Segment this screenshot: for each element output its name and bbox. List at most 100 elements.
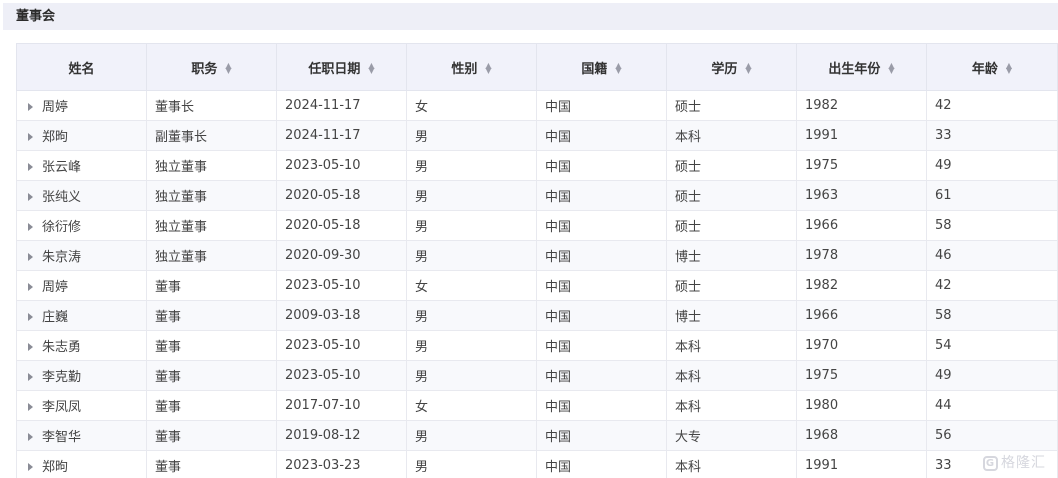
cell-name: 周婷 bbox=[16, 270, 147, 301]
table-row[interactable]: 郑昫 董事 2023-03-23 男 中国 本科 1991 33 bbox=[16, 450, 1058, 478]
sort-descending-icon[interactable]: ▼ bbox=[225, 67, 231, 75]
caret-right-icon[interactable] bbox=[28, 402, 33, 411]
table-row[interactable]: 徐衍修 独立董事 2020-05-18 男 中国 硕士 1966 58 bbox=[16, 210, 1058, 241]
caret-right-icon[interactable] bbox=[28, 312, 33, 321]
cell-text: 徐衍修 bbox=[42, 220, 82, 235]
table-row[interactable]: 李凤凤 董事 2017-07-10 女 中国 本科 1980 44 bbox=[16, 390, 1058, 421]
table-row[interactable]: 朱志勇 董事 2023-05-10 男 中国 本科 1970 54 bbox=[16, 330, 1058, 361]
header-nationality[interactable]: 国籍 ▲ ▼ bbox=[536, 43, 667, 91]
cell-text: 1982 bbox=[805, 98, 839, 113]
table-row[interactable]: 朱京涛 独立董事 2020-09-30 男 中国 博士 1978 46 bbox=[16, 240, 1058, 271]
cell-text: 中国 bbox=[545, 220, 572, 235]
cell-text: 男 bbox=[415, 370, 429, 385]
cell-text: 1991 bbox=[805, 458, 839, 473]
cell-text: 女 bbox=[415, 400, 429, 415]
cell-nationality: 中国 bbox=[536, 210, 667, 241]
caret-right-icon[interactable] bbox=[28, 132, 33, 141]
table-row[interactable]: 李智华 董事 2019-08-12 男 中国 大专 1968 56 bbox=[16, 420, 1058, 451]
cell-position: 董事 bbox=[146, 450, 277, 478]
sort-descending-icon[interactable]: ▼ bbox=[485, 67, 491, 75]
caret-right-icon[interactable] bbox=[28, 342, 33, 351]
cell-text: 本科 bbox=[675, 130, 702, 145]
sort-icon[interactable]: ▲ ▼ bbox=[368, 62, 374, 75]
caret-right-icon[interactable] bbox=[28, 102, 33, 111]
cell-text: 2019-08-12 bbox=[285, 428, 361, 443]
sort-descending-icon[interactable]: ▼ bbox=[615, 67, 621, 75]
sort-icon[interactable]: ▲ ▼ bbox=[888, 62, 894, 75]
table-row[interactable]: 张云峰 独立董事 2023-05-10 男 中国 硕士 1975 49 bbox=[16, 150, 1058, 181]
cell-text: 1980 bbox=[805, 398, 839, 413]
cell-text: 中国 bbox=[545, 310, 572, 325]
caret-right-icon[interactable] bbox=[28, 462, 33, 471]
cell-name: 李智华 bbox=[16, 420, 147, 451]
board-table-container: 姓名 职务 ▲ ▼ 任职日期 ▲ ▼ 性别 ▲ ▼ 国籍 ▲ ▼ 学历 ▲ ▼ 出生年份 ▲ ▼ 年龄 ▲ ▼ 周婷 董事长… bbox=[16, 43, 1058, 478]
cell-text: 1966 bbox=[805, 218, 839, 233]
header-label: 任职日期 bbox=[308, 61, 361, 77]
caret-right-icon[interactable] bbox=[28, 372, 33, 381]
board-members-table: 姓名 职务 ▲ ▼ 任职日期 ▲ ▼ 性别 ▲ ▼ 国籍 ▲ ▼ 学历 ▲ ▼ 出生年份 ▲ ▼ 年龄 ▲ ▼ 周婷 董事长… bbox=[16, 43, 1058, 478]
header-appointment-date[interactable]: 任职日期 ▲ ▼ bbox=[276, 43, 407, 91]
caret-right-icon[interactable] bbox=[28, 282, 33, 291]
sort-descending-icon[interactable]: ▼ bbox=[1006, 67, 1012, 75]
cell-text: 2024-11-17 bbox=[285, 128, 361, 143]
sort-icon[interactable]: ▲ ▼ bbox=[745, 62, 751, 75]
cell-text: 董事 bbox=[155, 400, 182, 415]
cell-age: 42 bbox=[926, 90, 1058, 121]
cell-text: 中国 bbox=[545, 430, 572, 445]
cell-birth-year: 1991 bbox=[796, 450, 927, 478]
cell-nationality: 中国 bbox=[536, 180, 667, 211]
cell-text: 2023-05-10 bbox=[285, 158, 361, 173]
sort-icon[interactable]: ▲ ▼ bbox=[1006, 62, 1012, 75]
table-row[interactable]: 周婷 董事 2023-05-10 女 中国 硕士 1982 42 bbox=[16, 270, 1058, 301]
cell-appointment-date: 2024-11-17 bbox=[276, 90, 407, 121]
header-education[interactable]: 学历 ▲ ▼ bbox=[666, 43, 797, 91]
cell-text: 中国 bbox=[545, 190, 572, 205]
cell-text: 56 bbox=[935, 428, 952, 443]
caret-right-icon[interactable] bbox=[28, 222, 33, 231]
header-label: 学历 bbox=[711, 61, 738, 77]
header-age[interactable]: 年龄 ▲ ▼ bbox=[926, 43, 1058, 91]
cell-text: 博士 bbox=[675, 310, 702, 325]
cell-age: 58 bbox=[926, 300, 1058, 331]
header-gender[interactable]: 性别 ▲ ▼ bbox=[406, 43, 537, 91]
cell-birth-year: 1966 bbox=[796, 210, 927, 241]
table-row[interactable]: 张纯义 独立董事 2020-05-18 男 中国 硕士 1963 61 bbox=[16, 180, 1058, 211]
cell-education: 硕士 bbox=[666, 180, 797, 211]
cell-text: 42 bbox=[935, 98, 952, 113]
table-row[interactable]: 郑昫 副董事长 2024-11-17 男 中国 本科 1991 33 bbox=[16, 120, 1058, 151]
cell-text: 男 bbox=[415, 310, 429, 325]
cell-education: 硕士 bbox=[666, 270, 797, 301]
sort-icon[interactable]: ▲ ▼ bbox=[485, 62, 491, 75]
header-birth-year[interactable]: 出生年份 ▲ ▼ bbox=[796, 43, 927, 91]
table-row[interactable]: 庄巍 董事 2009-03-18 男 中国 博士 1966 58 bbox=[16, 300, 1058, 331]
table-row[interactable]: 李克勤 董事 2023-05-10 男 中国 本科 1975 49 bbox=[16, 360, 1058, 391]
cell-name: 周婷 bbox=[16, 90, 147, 121]
sort-icon[interactable]: ▲ ▼ bbox=[225, 62, 231, 75]
cell-text: 副董事长 bbox=[155, 130, 208, 145]
caret-right-icon[interactable] bbox=[28, 432, 33, 441]
cell-text: 2023-05-10 bbox=[285, 278, 361, 293]
cell-text: 女 bbox=[415, 100, 429, 115]
table-row[interactable]: 周婷 董事长 2024-11-17 女 中国 硕士 1982 42 bbox=[16, 90, 1058, 121]
cell-position: 独立董事 bbox=[146, 180, 277, 211]
cell-birth-year: 1970 bbox=[796, 330, 927, 361]
cell-text: 硕士 bbox=[675, 160, 702, 175]
sort-descending-icon[interactable]: ▼ bbox=[368, 67, 374, 75]
cell-name: 李克勤 bbox=[16, 360, 147, 391]
cell-appointment-date: 2023-05-10 bbox=[276, 150, 407, 181]
cell-text: 中国 bbox=[545, 100, 572, 115]
cell-nationality: 中国 bbox=[536, 360, 667, 391]
cell-appointment-date: 2023-05-10 bbox=[276, 360, 407, 391]
cell-text: 2023-03-23 bbox=[285, 458, 361, 473]
sort-descending-icon[interactable]: ▼ bbox=[888, 67, 894, 75]
caret-right-icon[interactable] bbox=[28, 162, 33, 171]
sort-descending-icon[interactable]: ▼ bbox=[745, 67, 751, 75]
caret-right-icon[interactable] bbox=[28, 252, 33, 261]
cell-name: 郑昫 bbox=[16, 450, 147, 478]
cell-text: 庄巍 bbox=[42, 310, 69, 325]
caret-right-icon[interactable] bbox=[28, 192, 33, 201]
cell-text: 58 bbox=[935, 218, 952, 233]
header-position[interactable]: 职务 ▲ ▼ bbox=[146, 43, 277, 91]
cell-text: 李凤凤 bbox=[42, 400, 82, 415]
sort-icon[interactable]: ▲ ▼ bbox=[615, 62, 621, 75]
